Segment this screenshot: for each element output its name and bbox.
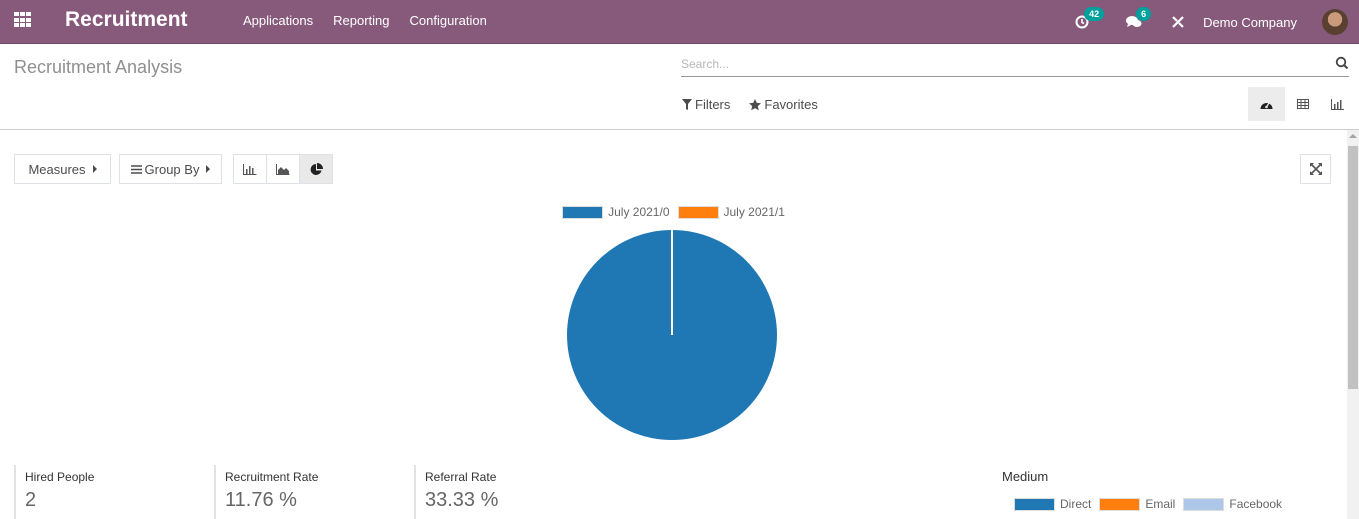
medium-legend-direct[interactable]: Direct [1014, 497, 1091, 511]
messages-badge: 6 [1136, 7, 1152, 21]
kpi-referral-rate[interactable]: Referral Rate 33.33 % [414, 465, 614, 519]
star-icon [749, 98, 762, 110]
pie-chart-button[interactable] [299, 154, 333, 184]
groupby-dropdown[interactable]: Group By [119, 154, 222, 184]
graph-view-button[interactable] [1320, 87, 1355, 121]
chart-legend: July 2021/0 July 2021/1 [0, 205, 1347, 219]
app-menu-icon[interactable] [14, 12, 32, 28]
line-chart-button[interactable] [266, 154, 300, 184]
menu-applications[interactable]: Applications [243, 13, 313, 28]
search-options: Filters Favorites [682, 97, 818, 112]
pie-chart-svg [567, 230, 777, 440]
breadcrumb: Recruitment Analysis [14, 57, 183, 77]
legend-swatch [1014, 497, 1055, 511]
legend-label: Facebook [1229, 497, 1283, 511]
control-panel: Recruitment Analysis Filters Favorites [0, 44, 1359, 130]
scroll-thumb[interactable] [1348, 146, 1358, 389]
kpi-value: 2 [25, 489, 37, 511]
view-switcher [1248, 87, 1355, 121]
systray: 42 6 Demo Company [1074, 0, 1359, 44]
app-brand: Recruitment [65, 8, 188, 31]
pivot-view-button[interactable] [1285, 87, 1320, 121]
tools-icon [1172, 16, 1184, 28]
main-menu: Applications Reporting Configuration [243, 13, 487, 28]
activity-badge: 42 [1084, 7, 1105, 21]
pie-chart [566, 229, 778, 446]
dashboard-content: Measures Group By July 2021/0 July 2021/1… [0, 130, 1347, 519]
dashboard-icon [1260, 102, 1273, 109]
measures-label: Measures [28, 161, 86, 177]
messages-button[interactable]: 6 [1126, 7, 1152, 30]
company-switcher[interactable]: Demo Company [1203, 15, 1297, 30]
favorites-button[interactable]: Favorites [749, 97, 818, 112]
bar-chart-button[interactable] [233, 154, 267, 184]
kpi-label: Referral Rate [425, 470, 497, 484]
favorites-label: Favorites [764, 97, 818, 112]
kpi-hired-people[interactable]: Hired People 2 [14, 465, 214, 519]
legend-swatch [1099, 497, 1141, 511]
menu-reporting[interactable]: Reporting [333, 13, 389, 28]
legend-label: Email [1145, 497, 1176, 511]
chart-legend-item[interactable]: July 2021/1 [677, 205, 785, 219]
menu-configuration[interactable]: Configuration [409, 13, 486, 28]
measures-dropdown[interactable]: Measures [14, 154, 111, 184]
kpi-recruitment-rate[interactable]: Recruitment Rate 11.76 % [214, 465, 414, 519]
expand-icon [1309, 163, 1322, 175]
search-input[interactable] [681, 54, 1321, 71]
dashboard-view-button[interactable] [1248, 87, 1285, 121]
area-chart-icon [276, 163, 290, 175]
chart-type-switcher [233, 154, 333, 184]
groupby-label: Group By [144, 161, 200, 177]
caret-right-icon [92, 165, 97, 173]
search-icon[interactable] [1335, 56, 1349, 70]
vertical-scrollbar[interactable] [1347, 130, 1359, 519]
debug-tools-button[interactable] [1170, 14, 1186, 30]
legend-label: Direct [1060, 497, 1092, 511]
pie-chart-icon [310, 162, 323, 175]
kpi-value: 33.33 % [425, 489, 499, 511]
legend-label: July 2021/0 [608, 205, 670, 219]
bar-chart-icon [1331, 98, 1344, 110]
medium-legend: Direct Email Facebook [1014, 497, 1282, 511]
medium-legend-email[interactable]: Email [1099, 497, 1175, 511]
filter-icon [682, 99, 692, 110]
user-avatar[interactable] [1322, 9, 1348, 35]
legend-swatch [1183, 497, 1225, 511]
kpi-label: Hired People [25, 470, 95, 484]
filters-button[interactable]: Filters [682, 97, 730, 112]
search-bar [681, 54, 1349, 77]
kpi-value: 11.76 % [225, 489, 297, 511]
fullscreen-button[interactable] [1300, 154, 1331, 184]
legend-swatch [677, 205, 719, 219]
table-icon [1296, 99, 1309, 109]
legend-label: July 2021/1 [723, 205, 785, 219]
kpi-label: Recruitment Rate [225, 470, 319, 484]
top-navbar: Recruitment Applications Reporting Confi… [0, 0, 1359, 44]
medium-legend-facebook[interactable]: Facebook [1183, 497, 1282, 511]
activity-button[interactable]: 42 [1074, 7, 1105, 30]
list-icon [130, 164, 142, 174]
chart-legend-item[interactable]: July 2021/0 [562, 205, 670, 219]
legend-swatch [562, 205, 604, 219]
bar-chart-icon [243, 163, 257, 175]
caret-right-icon [206, 165, 211, 173]
medium-title: Medium [1002, 469, 1049, 484]
filters-label: Filters [695, 97, 731, 112]
scroll-up-arrow[interactable] [1349, 134, 1357, 138]
